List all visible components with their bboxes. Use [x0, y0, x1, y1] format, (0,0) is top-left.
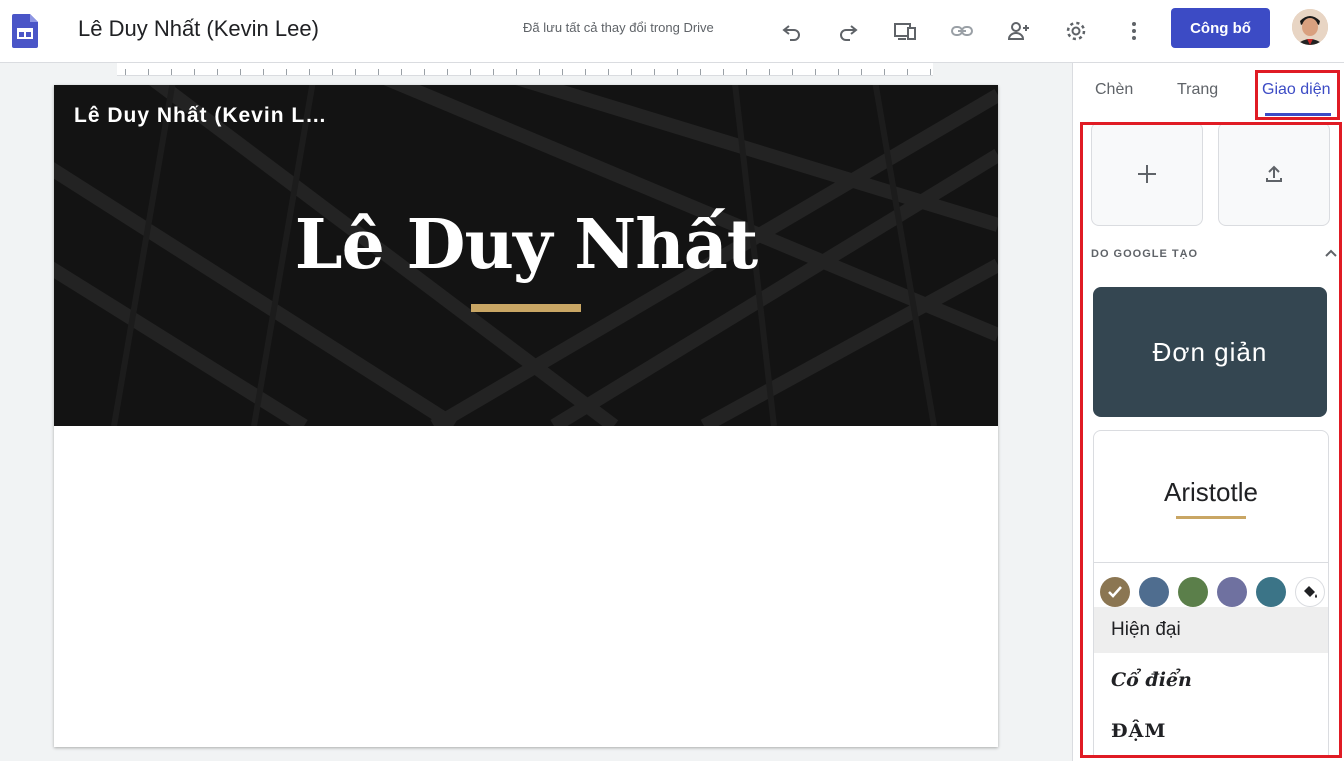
ruler-tick: [815, 69, 816, 75]
ruler-tick: [470, 69, 471, 75]
font-style-label: Hiện đại: [1111, 619, 1181, 640]
ruler-tick: [217, 69, 218, 75]
color-swatch-brown[interactable]: [1100, 577, 1130, 607]
ruler-tick: [930, 69, 931, 75]
gear-icon[interactable]: [1060, 15, 1092, 47]
ruler-tick: [907, 69, 908, 75]
font-style-classic[interactable]: Cổ điển: [1094, 657, 1328, 703]
paint-bucket-icon: [1304, 586, 1317, 598]
ruler-tick: [125, 69, 126, 75]
ruler-tick: [286, 69, 287, 75]
ruler-tick: [194, 69, 195, 75]
user-avatar[interactable]: [1292, 9, 1328, 45]
theme-name-simple: Đơn giản: [1152, 336, 1268, 367]
ruler-tick: [171, 69, 172, 75]
save-status: Đã lưu tất cả thay đổi trong Drive: [523, 20, 714, 35]
add-person-icon[interactable]: [1003, 15, 1035, 47]
more-vert-icon[interactable]: [1118, 15, 1150, 47]
ruler-tick: [861, 69, 862, 75]
ruler-tick: [539, 69, 540, 75]
ruler-tick: [608, 69, 609, 75]
active-tab-indicator: [1265, 113, 1331, 116]
custom-color-button[interactable]: [1295, 577, 1325, 607]
font-style-bold[interactable]: ĐẬM: [1094, 708, 1328, 754]
chevron-up-icon[interactable]: [1323, 245, 1339, 261]
link-icon[interactable]: [946, 15, 978, 47]
top-bar: Lê Duy Nhất (Kevin Lee) Đã lưu tất cả th…: [0, 0, 1344, 63]
section-label-google-themes: DO GOOGLE TẠO: [1091, 248, 1199, 260]
upload-icon: [1266, 165, 1282, 182]
ruler-tick: [493, 69, 494, 75]
ruler-tick: [309, 69, 310, 75]
editor-canvas: Lê Duy Nhất (Kevin L… Lê Duy Nhất: [0, 63, 1072, 761]
hero-title[interactable]: Lê Duy Nhất: [54, 205, 998, 285]
add-theme-card[interactable]: [1091, 125, 1203, 226]
ruler-tick: [792, 69, 793, 75]
ruler-tick: [562, 69, 563, 75]
hero-underline: [471, 304, 581, 312]
site-name[interactable]: Lê Duy Nhất (Kevin L…: [74, 104, 327, 128]
ruler-tick: [516, 69, 517, 75]
ruler-tick: [631, 69, 632, 75]
ruler-tick: [723, 69, 724, 75]
ruler-tick: [447, 69, 448, 75]
check-icon: [1108, 586, 1122, 598]
ruler-tick: [769, 69, 770, 75]
font-style-modern[interactable]: Hiện đại: [1094, 607, 1328, 653]
tab-pages[interactable]: Trang: [1177, 81, 1218, 99]
document-title[interactable]: Lê Duy Nhất (Kevin Lee): [78, 16, 319, 42]
ruler-tick: [700, 69, 701, 75]
font-style-label: ĐẬM: [1111, 720, 1167, 742]
font-style-label: Cổ điển: [1111, 669, 1192, 691]
header-banner[interactable]: Lê Duy Nhất (Kevin L… Lê Duy Nhất: [54, 85, 998, 426]
ruler-tick: [240, 69, 241, 75]
ruler-tick: [884, 69, 885, 75]
side-panel: Chèn Trang Giao diện DO GOOGLE TẠO Đơn g…: [1072, 63, 1344, 761]
ruler-tick: [746, 69, 747, 75]
ruler-tick: [148, 69, 149, 75]
ruler-tick: [332, 69, 333, 75]
theme-accent-line: [1176, 516, 1246, 519]
color-swatch-green[interactable]: [1178, 577, 1208, 607]
ruler-tick: [401, 69, 402, 75]
ruler-tick: [378, 69, 379, 75]
ruler-tick: [263, 69, 264, 75]
ruler-tick: [677, 69, 678, 75]
ruler-tick: [654, 69, 655, 75]
themes-list[interactable]: DO GOOGLE TẠO Đơn giản Aristotle Hiện đạ…: [1083, 125, 1339, 755]
google-sites-icon[interactable]: [12, 14, 38, 48]
theme-card-aristotle[interactable]: Aristotle Hiện đại Cổ điển ĐẬM: [1093, 430, 1329, 755]
theme-name-aristotle: Aristotle: [1164, 477, 1258, 507]
divider: [1094, 562, 1328, 563]
ruler: [117, 63, 933, 76]
import-theme-card[interactable]: [1218, 125, 1330, 226]
color-swatch-purple[interactable]: [1217, 577, 1247, 607]
plus-icon: [1138, 165, 1156, 183]
site-page[interactable]: Lê Duy Nhất (Kevin L… Lê Duy Nhất: [54, 85, 998, 747]
ruler-tick: [424, 69, 425, 75]
tab-themes[interactable]: Giao diện: [1262, 81, 1331, 99]
ruler-tick: [838, 69, 839, 75]
theme-card-simple[interactable]: Đơn giản: [1093, 287, 1327, 417]
ruler-tick: [355, 69, 356, 75]
undo-icon[interactable]: [776, 15, 808, 47]
tab-insert[interactable]: Chèn: [1095, 81, 1133, 99]
color-swatch-teal[interactable]: [1256, 577, 1286, 607]
device-preview-icon[interactable]: [889, 15, 921, 47]
ruler-tick: [585, 69, 586, 75]
redo-icon[interactable]: [832, 15, 864, 47]
publish-button[interactable]: Công bố: [1171, 8, 1270, 48]
color-swatch-blue[interactable]: [1139, 577, 1169, 607]
